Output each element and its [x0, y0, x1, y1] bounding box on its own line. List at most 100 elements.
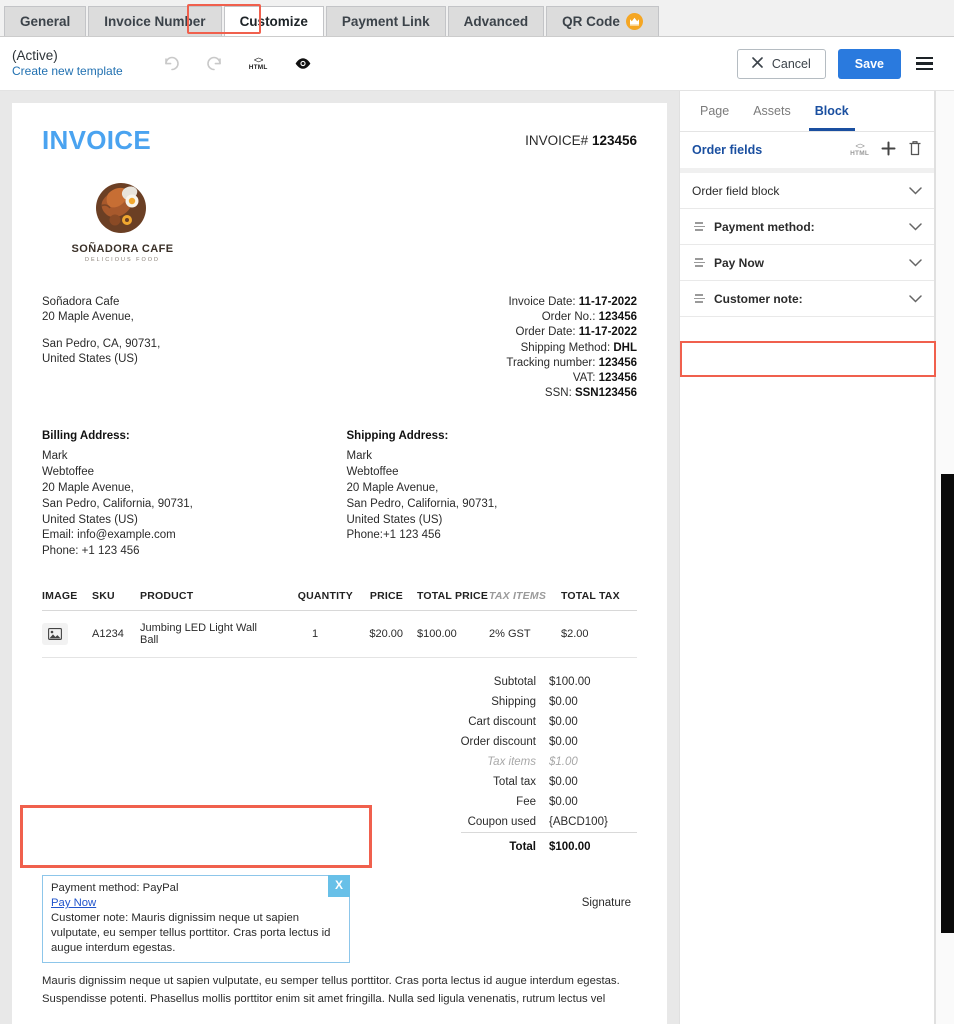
- meta-row: Tracking number: 123456: [506, 356, 637, 371]
- totals-value: $0.00: [549, 716, 578, 729]
- tab-page[interactable]: Page: [688, 91, 741, 131]
- product-thumbnail-icon: [42, 623, 68, 646]
- totals-label: Total tax: [493, 776, 536, 789]
- create-new-template-link[interactable]: Create new template: [12, 64, 123, 79]
- redo-icon[interactable]: [206, 56, 223, 71]
- block-row-pay-now[interactable]: Pay Now: [680, 245, 934, 281]
- hamburger-menu-icon[interactable]: [913, 54, 936, 74]
- billing-address: Billing Address: Mark Webtoffee 20 Maple…: [42, 429, 340, 560]
- chevron-down-icon[interactable]: [909, 292, 922, 306]
- store-address-line: San Pedro, CA, 90731,: [42, 337, 161, 350]
- table-row: A1234 Jumbing LED Light Wall Ball 1 $20.…: [42, 610, 637, 659]
- invoice-title: INVOICE: [42, 125, 152, 155]
- html-icon-label: HTML: [850, 150, 869, 158]
- html-icon-label: HTML: [248, 63, 268, 71]
- totals-label: Order discount: [460, 736, 536, 749]
- totals-label: Tax items: [487, 756, 536, 769]
- pay-now-link[interactable]: Pay Now: [51, 897, 96, 909]
- totals-value: $100.00: [549, 832, 637, 858]
- html-icon[interactable]: <> HTML: [850, 142, 869, 158]
- tab-payment-link[interactable]: Payment Link: [325, 6, 446, 36]
- add-plus-icon[interactable]: [881, 141, 896, 159]
- cancel-button[interactable]: Cancel: [736, 48, 826, 79]
- table-head: IMAGE SKU PRODUCT QUANTITY PRICE TOTAL P…: [42, 590, 637, 611]
- totals-row-tax-items: Tax items $1.00: [461, 752, 637, 772]
- logo-tagline: DELICIOUS FOOD: [84, 257, 161, 263]
- chevron-down-icon[interactable]: [909, 256, 922, 270]
- panel-header: Order fields <> HTML: [680, 132, 934, 173]
- save-label: Save: [854, 56, 884, 71]
- close-icon[interactable]: X: [328, 875, 350, 898]
- tab-qr-code[interactable]: QR Code: [546, 6, 659, 36]
- shipping-address: Shipping Address: Mark Webtoffee 20 Mapl…: [340, 429, 638, 560]
- tab-invoice-number[interactable]: Invoice Number: [88, 6, 222, 36]
- cancel-label: Cancel: [771, 56, 811, 71]
- drag-handle-icon[interactable]: [692, 222, 706, 231]
- properties-panel: Page Assets Block Order fields <> HTML O…: [679, 91, 936, 1024]
- invoice-canvas: INVOICE INVOICE# 123456 SOÑADORA CAFE DE…: [0, 91, 679, 1024]
- tab-label: General: [20, 14, 71, 29]
- billing-line: United States (US): [42, 513, 138, 526]
- pay-now-row-highlight: [680, 341, 936, 377]
- close-icon: [752, 56, 763, 71]
- undo-icon[interactable]: [163, 56, 180, 71]
- tab-customize[interactable]: Customize: [223, 6, 324, 36]
- drag-handle-icon[interactable]: [692, 258, 706, 267]
- block-row-customer-note[interactable]: Customer note:: [680, 281, 934, 317]
- meta-row: VAT: 123456: [506, 371, 637, 386]
- shipping-line: 20 Maple Avenue,: [346, 481, 439, 494]
- panel-header-actions: <> HTML: [850, 140, 922, 161]
- totals-value: $0.00: [549, 696, 578, 709]
- billing-line: Webtoffee: [42, 465, 95, 478]
- totals-table: Subtotal $100.00 Shipping $0.00 Cart disco…: [460, 672, 637, 858]
- tab-block[interactable]: Block: [803, 91, 861, 131]
- tab-advanced[interactable]: Advanced: [447, 6, 545, 36]
- meta-value: SSN123456: [574, 387, 637, 400]
- drag-handle-icon[interactable]: [692, 294, 706, 303]
- invoice-footer-note: Mauris dignissim neque ut sapien vulputa…: [42, 975, 620, 1005]
- logo-graphic: [95, 183, 146, 233]
- chevron-down-icon[interactable]: [909, 220, 922, 234]
- save-button[interactable]: Save: [837, 48, 901, 79]
- store-and-meta: Soñadora Cafe 20 Maple Avenue, San Pedro…: [42, 295, 637, 401]
- totals-row: Cart discount $0.00: [461, 712, 637, 732]
- tab-assets[interactable]: Assets: [741, 91, 803, 131]
- totals-row: Shipping $0.00: [461, 692, 637, 712]
- th-price: PRICE: [369, 590, 403, 603]
- meta-label: Invoice Date:: [508, 296, 576, 308]
- block-row-order-field-block[interactable]: Order field block: [680, 173, 934, 209]
- cell-total-price: $100.00: [403, 610, 489, 659]
- th-quantity: QUANTITY: [297, 590, 353, 603]
- th-total-price: TOTAL PRICE: [417, 590, 489, 603]
- company-logo: SOÑADORA CAFE DELICIOUS FOOD: [60, 180, 185, 263]
- page-scrollbar-thumb[interactable]: [941, 474, 954, 933]
- panel-tab-label: Block: [814, 104, 849, 118]
- html-icon[interactable]: <> HTML: [248, 55, 268, 72]
- row-label: Order field block: [692, 183, 780, 198]
- block-row-payment-method[interactable]: Payment method:: [680, 209, 934, 245]
- tab-label: Payment Link: [341, 14, 430, 29]
- meta-value: DHL: [613, 341, 637, 354]
- meta-value: 123456: [598, 371, 637, 384]
- meta-row: SSN: SSN123456: [506, 386, 637, 401]
- tab-label: Advanced: [463, 14, 529, 29]
- panel-tab-bar: Page Assets Block: [680, 91, 934, 132]
- totals-label: Subtotal: [493, 676, 536, 689]
- payment-method-block[interactable]: X Payment method: PayPal Pay Now Custome…: [42, 875, 350, 964]
- tab-general[interactable]: General: [4, 6, 87, 36]
- chevron-down-icon[interactable]: [909, 184, 922, 198]
- editor-icon-group: <> HTML: [163, 55, 312, 72]
- addresses: Billing Address: Mark Webtoffee 20 Maple…: [42, 429, 637, 560]
- meta-label: VAT:: [572, 371, 596, 384]
- tab-label: Customize: [239, 14, 308, 29]
- meta-row: Order Date: 11-17-2022: [506, 325, 637, 340]
- store-address-line: United States (US): [42, 352, 138, 365]
- totals-label: Total: [460, 832, 549, 858]
- preview-eye-icon[interactable]: [294, 57, 312, 70]
- customer-note-text: Customer note: Mauris dignissim neque ut…: [51, 912, 331, 955]
- totals-label: Cart discount: [468, 716, 536, 729]
- cell-sku: A1234: [92, 610, 140, 659]
- delete-trash-icon[interactable]: [908, 140, 922, 161]
- billing-line: 20 Maple Avenue,: [42, 481, 134, 494]
- meta-label: Order No.:: [541, 311, 596, 324]
